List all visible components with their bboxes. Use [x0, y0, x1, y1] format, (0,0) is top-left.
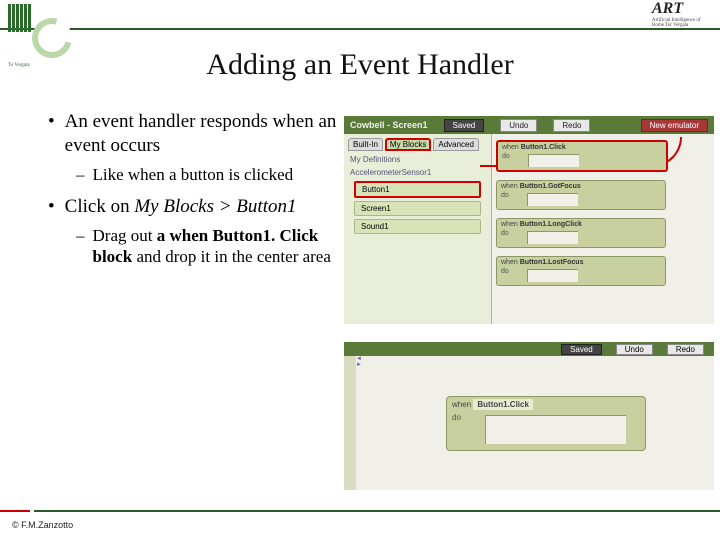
canvas-toolbar: Saved Undo Redo [344, 342, 714, 356]
ruler-marks: ◄► [356, 356, 362, 368]
project-title: Cowbell - Screen1 [350, 120, 428, 130]
block-button1-click[interactable]: when Button1.Click do [496, 140, 668, 172]
saved-button[interactable]: Saved [444, 119, 485, 132]
undo-button-2[interactable]: Undo [616, 344, 653, 355]
slide-body: An event handler responds when an event … [48, 110, 338, 277]
block-button1-lostfocus[interactable]: when Button1.LostFocus do [496, 256, 666, 286]
tab-advanced[interactable]: Advanced [433, 138, 479, 151]
screenshot-blocks-palette: Cowbell - Screen1 Saved Undo Redo New em… [344, 116, 714, 326]
tab-builtin[interactable]: Built-In [348, 138, 383, 151]
bullet-1: An event handler responds when an event … [65, 110, 338, 158]
tab-my-blocks[interactable]: My Blocks [385, 138, 431, 151]
art-logo-sub: Artificial Intelligence of Rome Tor Verg… [652, 18, 712, 28]
blocks-flyout: when Button1.Click do when Button1.GotFo… [492, 134, 714, 324]
slide-title: Adding an Event Handler [0, 48, 720, 82]
bullet-2: Click on My Blocks > Button1 [65, 195, 297, 219]
category-my-definitions[interactable]: My Definitions [350, 155, 485, 164]
art-logo: ART Artificial Intelligence of Rome Tor … [652, 0, 712, 28]
blocks-left-panel: Built-In My Blocks Advanced My Definitio… [344, 134, 492, 324]
palette-tabs: Built-In My Blocks Advanced [348, 138, 487, 151]
header-divider [0, 28, 720, 30]
screenshot-canvas: Saved Undo Redo ◄► when Button1.Click do [344, 342, 714, 492]
category-sound1[interactable]: Sound1 [354, 219, 481, 234]
block-button1-longclick[interactable]: when Button1.LongClick do [496, 218, 666, 248]
new-emulator-button[interactable]: New emulator [641, 119, 708, 132]
block-button1-gotfocus[interactable]: when Button1.GotFocus do [496, 180, 666, 210]
copyright: © F.M.Zanzotto [12, 520, 73, 530]
category-button1[interactable]: Button1 [354, 181, 481, 198]
undo-button[interactable]: Undo [500, 119, 537, 132]
app-toolbar: Cowbell - Screen1 Saved Undo Redo New em… [344, 116, 714, 134]
redo-button[interactable]: Redo [553, 119, 590, 132]
category-screen1[interactable]: Screen1 [354, 201, 481, 216]
saved-button-2[interactable]: Saved [561, 344, 602, 355]
workspace-canvas[interactable]: ◄► when Button1.Click do [344, 356, 714, 490]
category-accelerometer[interactable]: AccelerometerSensor1 [350, 168, 485, 177]
art-logo-title: ART [652, 0, 712, 18]
placed-block-button1-click[interactable]: when Button1.Click do [446, 396, 646, 451]
block-slot[interactable] [485, 415, 626, 444]
bullet-1-sub: Like when a button is clicked [93, 164, 294, 185]
redo-button-2[interactable]: Redo [667, 344, 704, 355]
bullet-2-sub: Drag out a when Button1. Click block and… [93, 225, 339, 268]
footer-divider [0, 510, 720, 512]
